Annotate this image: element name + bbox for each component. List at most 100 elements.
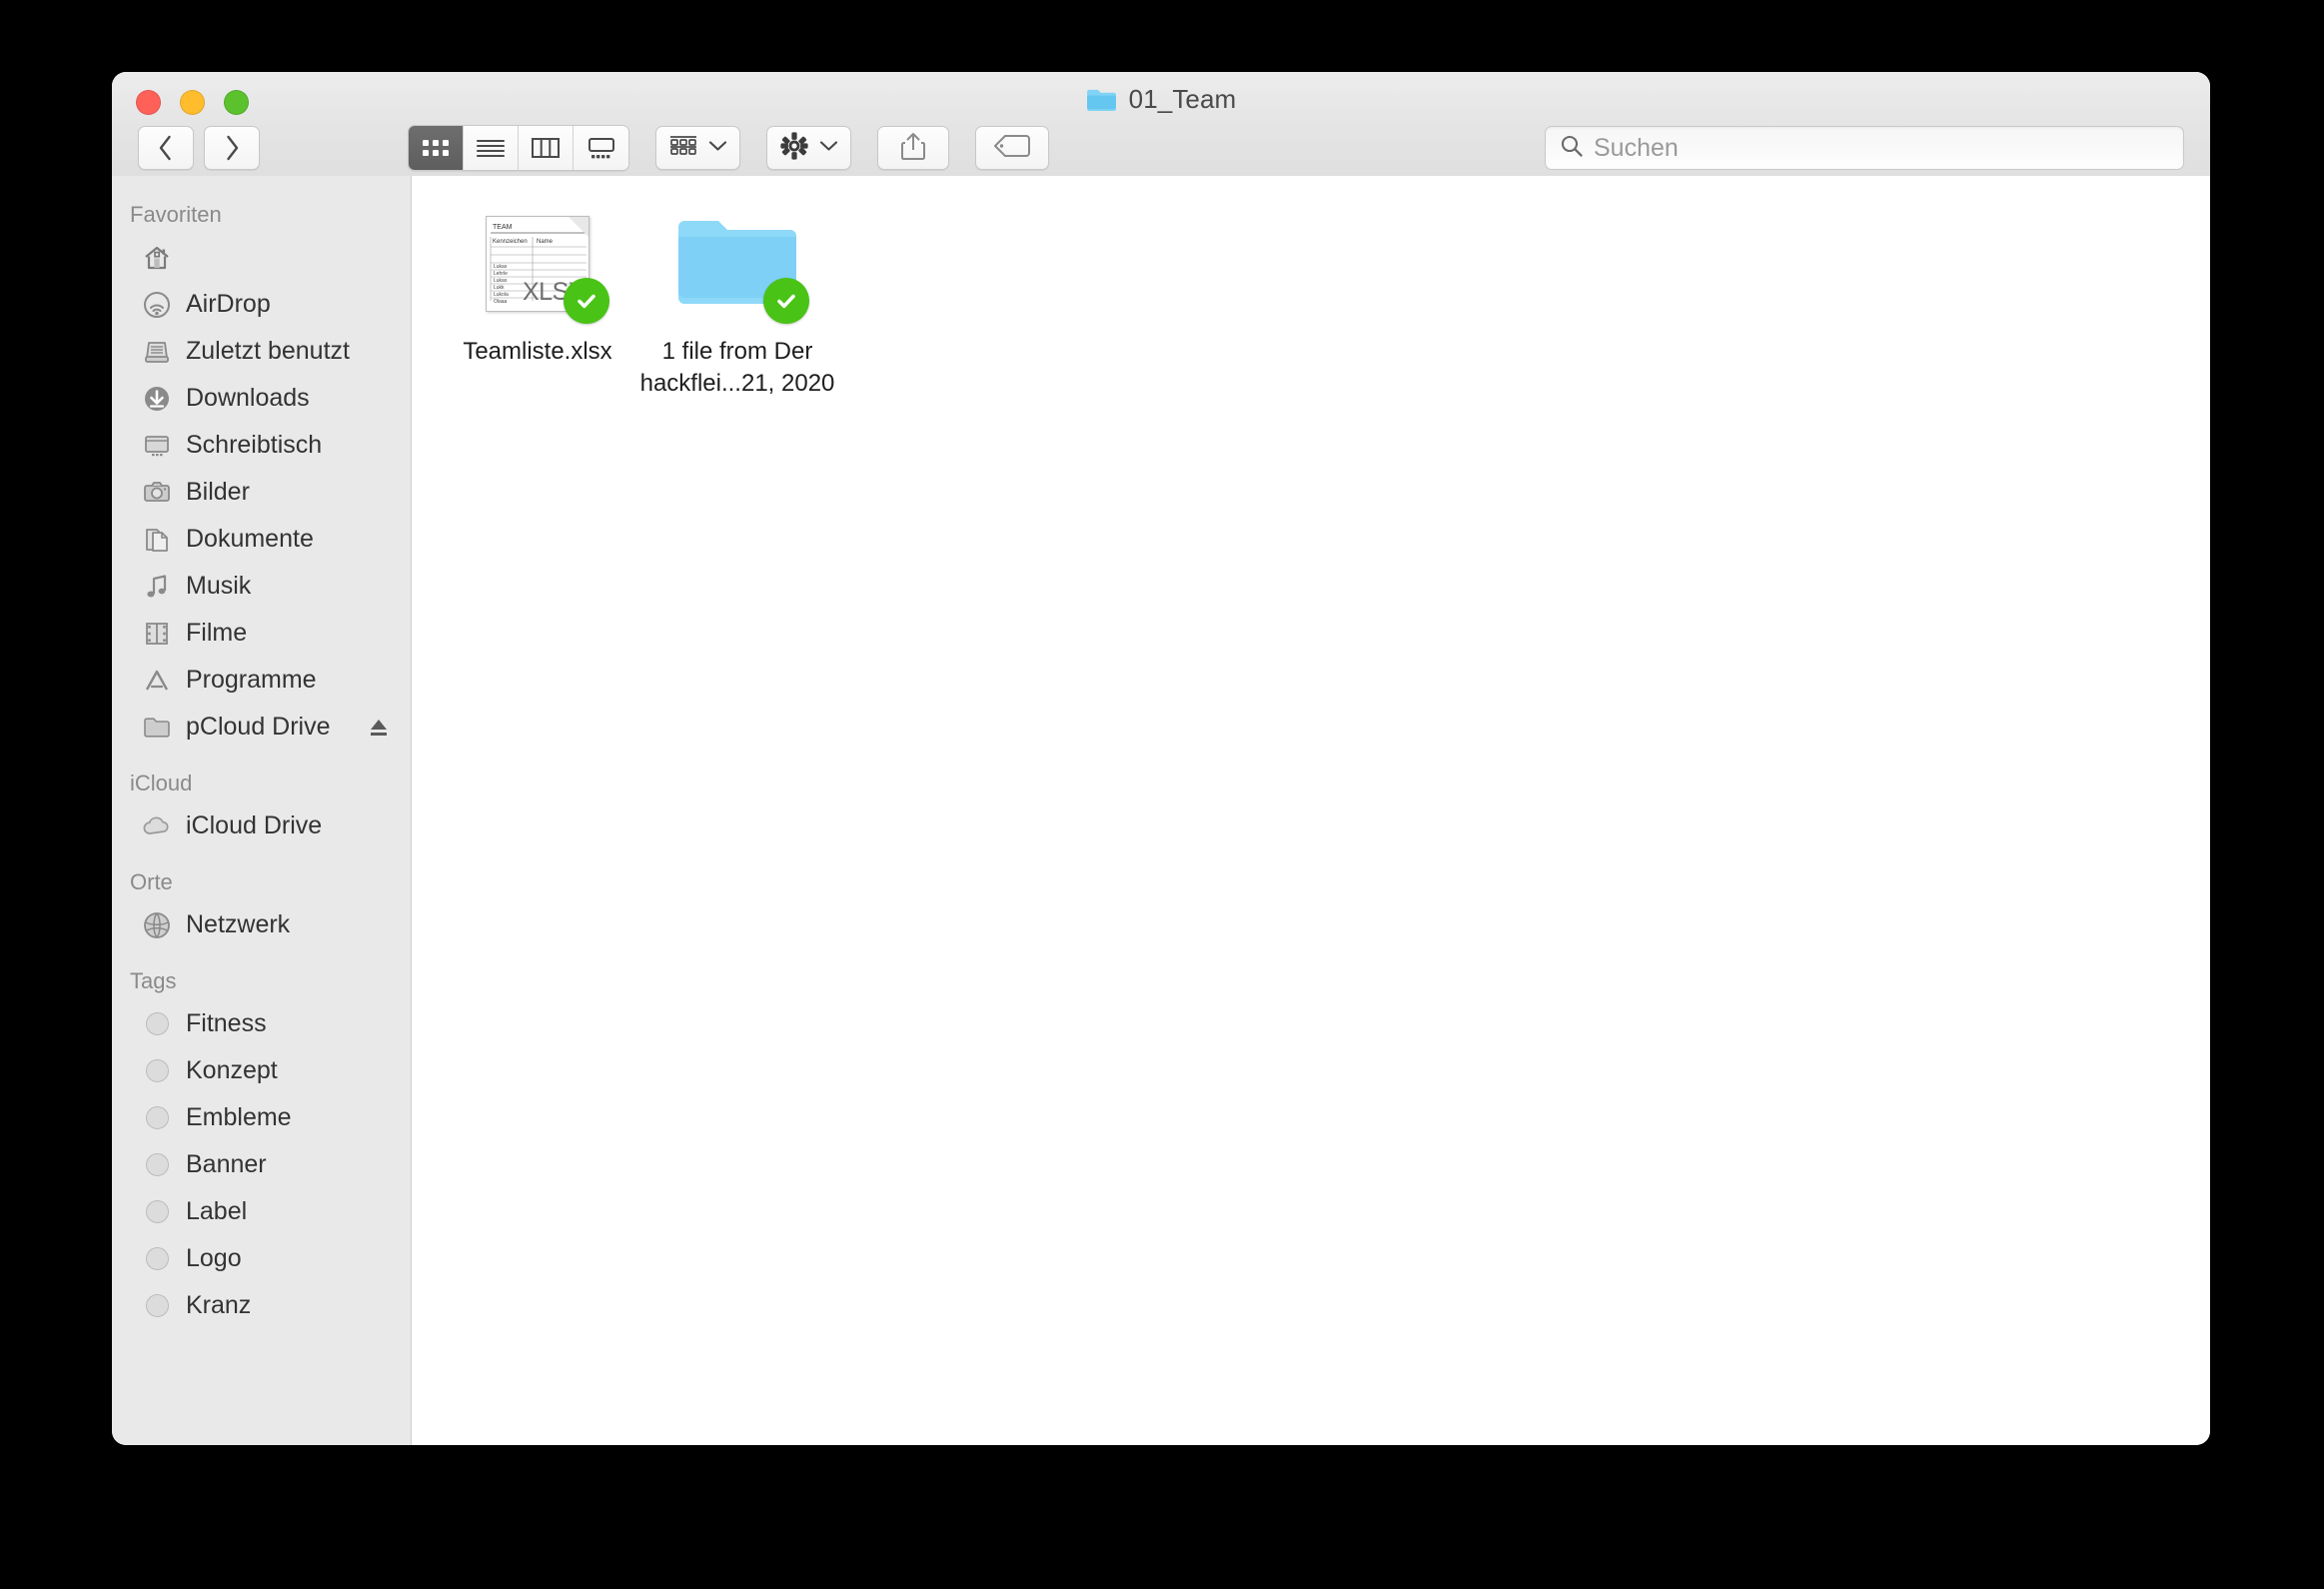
minimize-button[interactable] — [180, 90, 205, 115]
sidebar-item-label: Filme — [186, 619, 248, 647]
file-grid-area[interactable]: TEAM Kennzeichen Name Lukas Lehrle Lukas… — [412, 176, 2210, 1445]
sidebar[interactable]: Favoriten AirDrop Zuletzt benutzt Downlo… — [112, 176, 412, 1445]
airdrop-icon — [142, 290, 172, 320]
music-icon — [142, 572, 172, 602]
window-titlebar: 01_Team Suchen — [112, 72, 2210, 176]
sidebar-item-downloads[interactable]: Downloads — [112, 375, 411, 422]
list-view-button[interactable] — [464, 126, 519, 170]
sidebar-section-orte-header: Orte — [130, 869, 173, 894]
sidebar-item-label: Netzwerk — [186, 910, 291, 938]
applications-icon — [142, 666, 172, 696]
svg-text:Lukas: Lukas — [494, 278, 508, 284]
folder-item-backup[interactable]: 1 file from Der hackflei...21, 2020 — [637, 202, 837, 399]
sidebar-section-tags-header: Tags — [130, 968, 177, 993]
svg-text:Name: Name — [537, 239, 554, 245]
sidebar-item-label: Banner — [186, 1150, 267, 1178]
tag-dot-icon — [142, 1056, 172, 1086]
window-title-group: 01_Team — [112, 84, 2210, 115]
sidebar-item-tag-label[interactable]: Label — [112, 1188, 411, 1235]
search-field[interactable]: Suchen — [1545, 126, 2184, 170]
tag-dot-icon — [142, 1244, 172, 1274]
svg-text:Olaaa: Olaaa — [494, 299, 508, 305]
sidebar-item-icloud-drive[interactable]: iCloud Drive — [112, 802, 411, 849]
sidebar-item-label: Dokumente — [186, 525, 314, 553]
sidebar-item-tag-logo[interactable]: Logo — [112, 1235, 411, 1282]
close-button[interactable] — [136, 90, 161, 115]
svg-text:TEAM: TEAM — [493, 224, 513, 231]
sidebar-item-label: Zuletzt benutzt — [186, 337, 350, 365]
finder-window: 01_Team Suchen Favoriten AirDrop Zuletzt… — [112, 72, 2210, 1445]
window-toolbar: Suchen — [112, 120, 2210, 176]
tag-dot-icon — [142, 1197, 172, 1227]
gallery-view-button[interactable] — [574, 126, 628, 170]
window-controls — [136, 90, 249, 115]
sidebar-item-label: Fitness — [186, 1009, 267, 1037]
search-input[interactable]: Suchen — [1594, 134, 1679, 163]
folder-icon-wrapper — [673, 202, 809, 326]
file-item-teamliste[interactable]: TEAM Kennzeichen Name Lukas Lehrle Lukas… — [438, 202, 637, 399]
back-button[interactable] — [138, 126, 194, 170]
view-mode-group — [408, 125, 629, 171]
navigation-buttons — [138, 126, 260, 170]
sidebar-item-tag-banner[interactable]: Banner — [112, 1141, 411, 1188]
sidebar-item-documents[interactable]: Dokumente — [112, 516, 411, 563]
sidebar-item-label: Kranz — [186, 1291, 252, 1319]
sidebar-section-icloud-header: iCloud — [130, 771, 193, 795]
sidebar-item-movies[interactable]: Filme — [112, 610, 411, 657]
sidebar-item-tag-konzept[interactable]: Konzept — [112, 1047, 411, 1094]
sidebar-item-tag-kranz[interactable]: Kranz — [112, 1282, 411, 1329]
tag-dot-icon — [142, 1009, 172, 1039]
svg-text:Lukk: Lukk — [494, 285, 505, 291]
chevron-down-icon — [819, 139, 838, 157]
sidebar-item-tag-fitness[interactable]: Fitness — [112, 1000, 411, 1047]
arrange-by-button[interactable] — [655, 126, 740, 170]
sidebar-item-applications[interactable]: Programme — [112, 657, 411, 704]
sidebar-item-pcloud-drive[interactable]: pCloud Drive — [112, 704, 411, 751]
gear-icon — [779, 131, 809, 166]
column-view-button[interactable] — [519, 126, 574, 170]
sidebar-item-label: Musik — [186, 572, 252, 600]
desktop-icon — [142, 431, 172, 461]
icon-view-button[interactable] — [409, 126, 464, 170]
sync-check-badge — [763, 278, 809, 324]
sidebar-item-recents[interactable]: Zuletzt benutzt — [112, 328, 411, 375]
share-button[interactable] — [877, 126, 949, 170]
svg-text:Lukas: Lukas — [494, 264, 508, 270]
sidebar-item-tag-embleme[interactable]: Embleme — [112, 1094, 411, 1141]
eject-icon[interactable] — [369, 717, 389, 739]
maximize-button[interactable] — [224, 90, 249, 115]
sync-check-badge — [564, 278, 609, 324]
sidebar-item-pictures[interactable]: Bilder — [112, 469, 411, 516]
folder-icon — [1086, 88, 1117, 112]
sidebar-item-music[interactable]: Musik — [112, 563, 411, 610]
sidebar-item-label: Downloads — [186, 384, 310, 412]
action-menu-button[interactable] — [766, 126, 851, 170]
folder-name-label: 1 file from Der hackflei...21, 2020 — [639, 338, 835, 397]
desktop-background: 01_Team Suchen Favoriten AirDrop Zuletzt… — [0, 0, 2324, 1589]
network-globe-icon — [142, 910, 172, 940]
movies-icon — [142, 619, 172, 649]
file-grid: TEAM Kennzeichen Name Lukas Lehrle Lukas… — [438, 202, 2210, 399]
sidebar-item-label: Konzept — [186, 1056, 278, 1084]
sidebar-item-home[interactable] — [112, 234, 411, 281]
sidebar-section-favoriten-header: Favoriten — [130, 202, 222, 227]
edit-tags-button[interactable] — [975, 126, 1049, 170]
downloads-icon — [142, 384, 172, 414]
window-body: Favoriten AirDrop Zuletzt benutzt Downlo… — [112, 176, 2210, 1445]
page-title: 01_Team — [1128, 84, 1237, 114]
documents-icon — [142, 525, 172, 555]
chevron-down-icon — [708, 139, 727, 157]
sidebar-item-label: Schreibtisch — [186, 431, 323, 459]
svg-text:Lukola: Lukola — [494, 292, 509, 298]
sidebar-item-network[interactable]: Netzwerk — [112, 901, 411, 948]
sidebar-item-desktop[interactable]: Schreibtisch — [112, 422, 411, 469]
forward-button[interactable] — [204, 126, 260, 170]
sidebar-item-label: Label — [186, 1197, 248, 1225]
share-icon — [900, 131, 926, 166]
pictures-icon — [142, 478, 172, 508]
file-icon-wrapper: TEAM Kennzeichen Name Lukas Lehrle Lukas… — [474, 202, 609, 326]
sidebar-item-label: Programme — [186, 666, 317, 694]
svg-text:Kennzeichen: Kennzeichen — [493, 239, 528, 245]
tag-dot-icon — [142, 1150, 172, 1180]
sidebar-item-airdrop[interactable]: AirDrop — [112, 281, 411, 328]
